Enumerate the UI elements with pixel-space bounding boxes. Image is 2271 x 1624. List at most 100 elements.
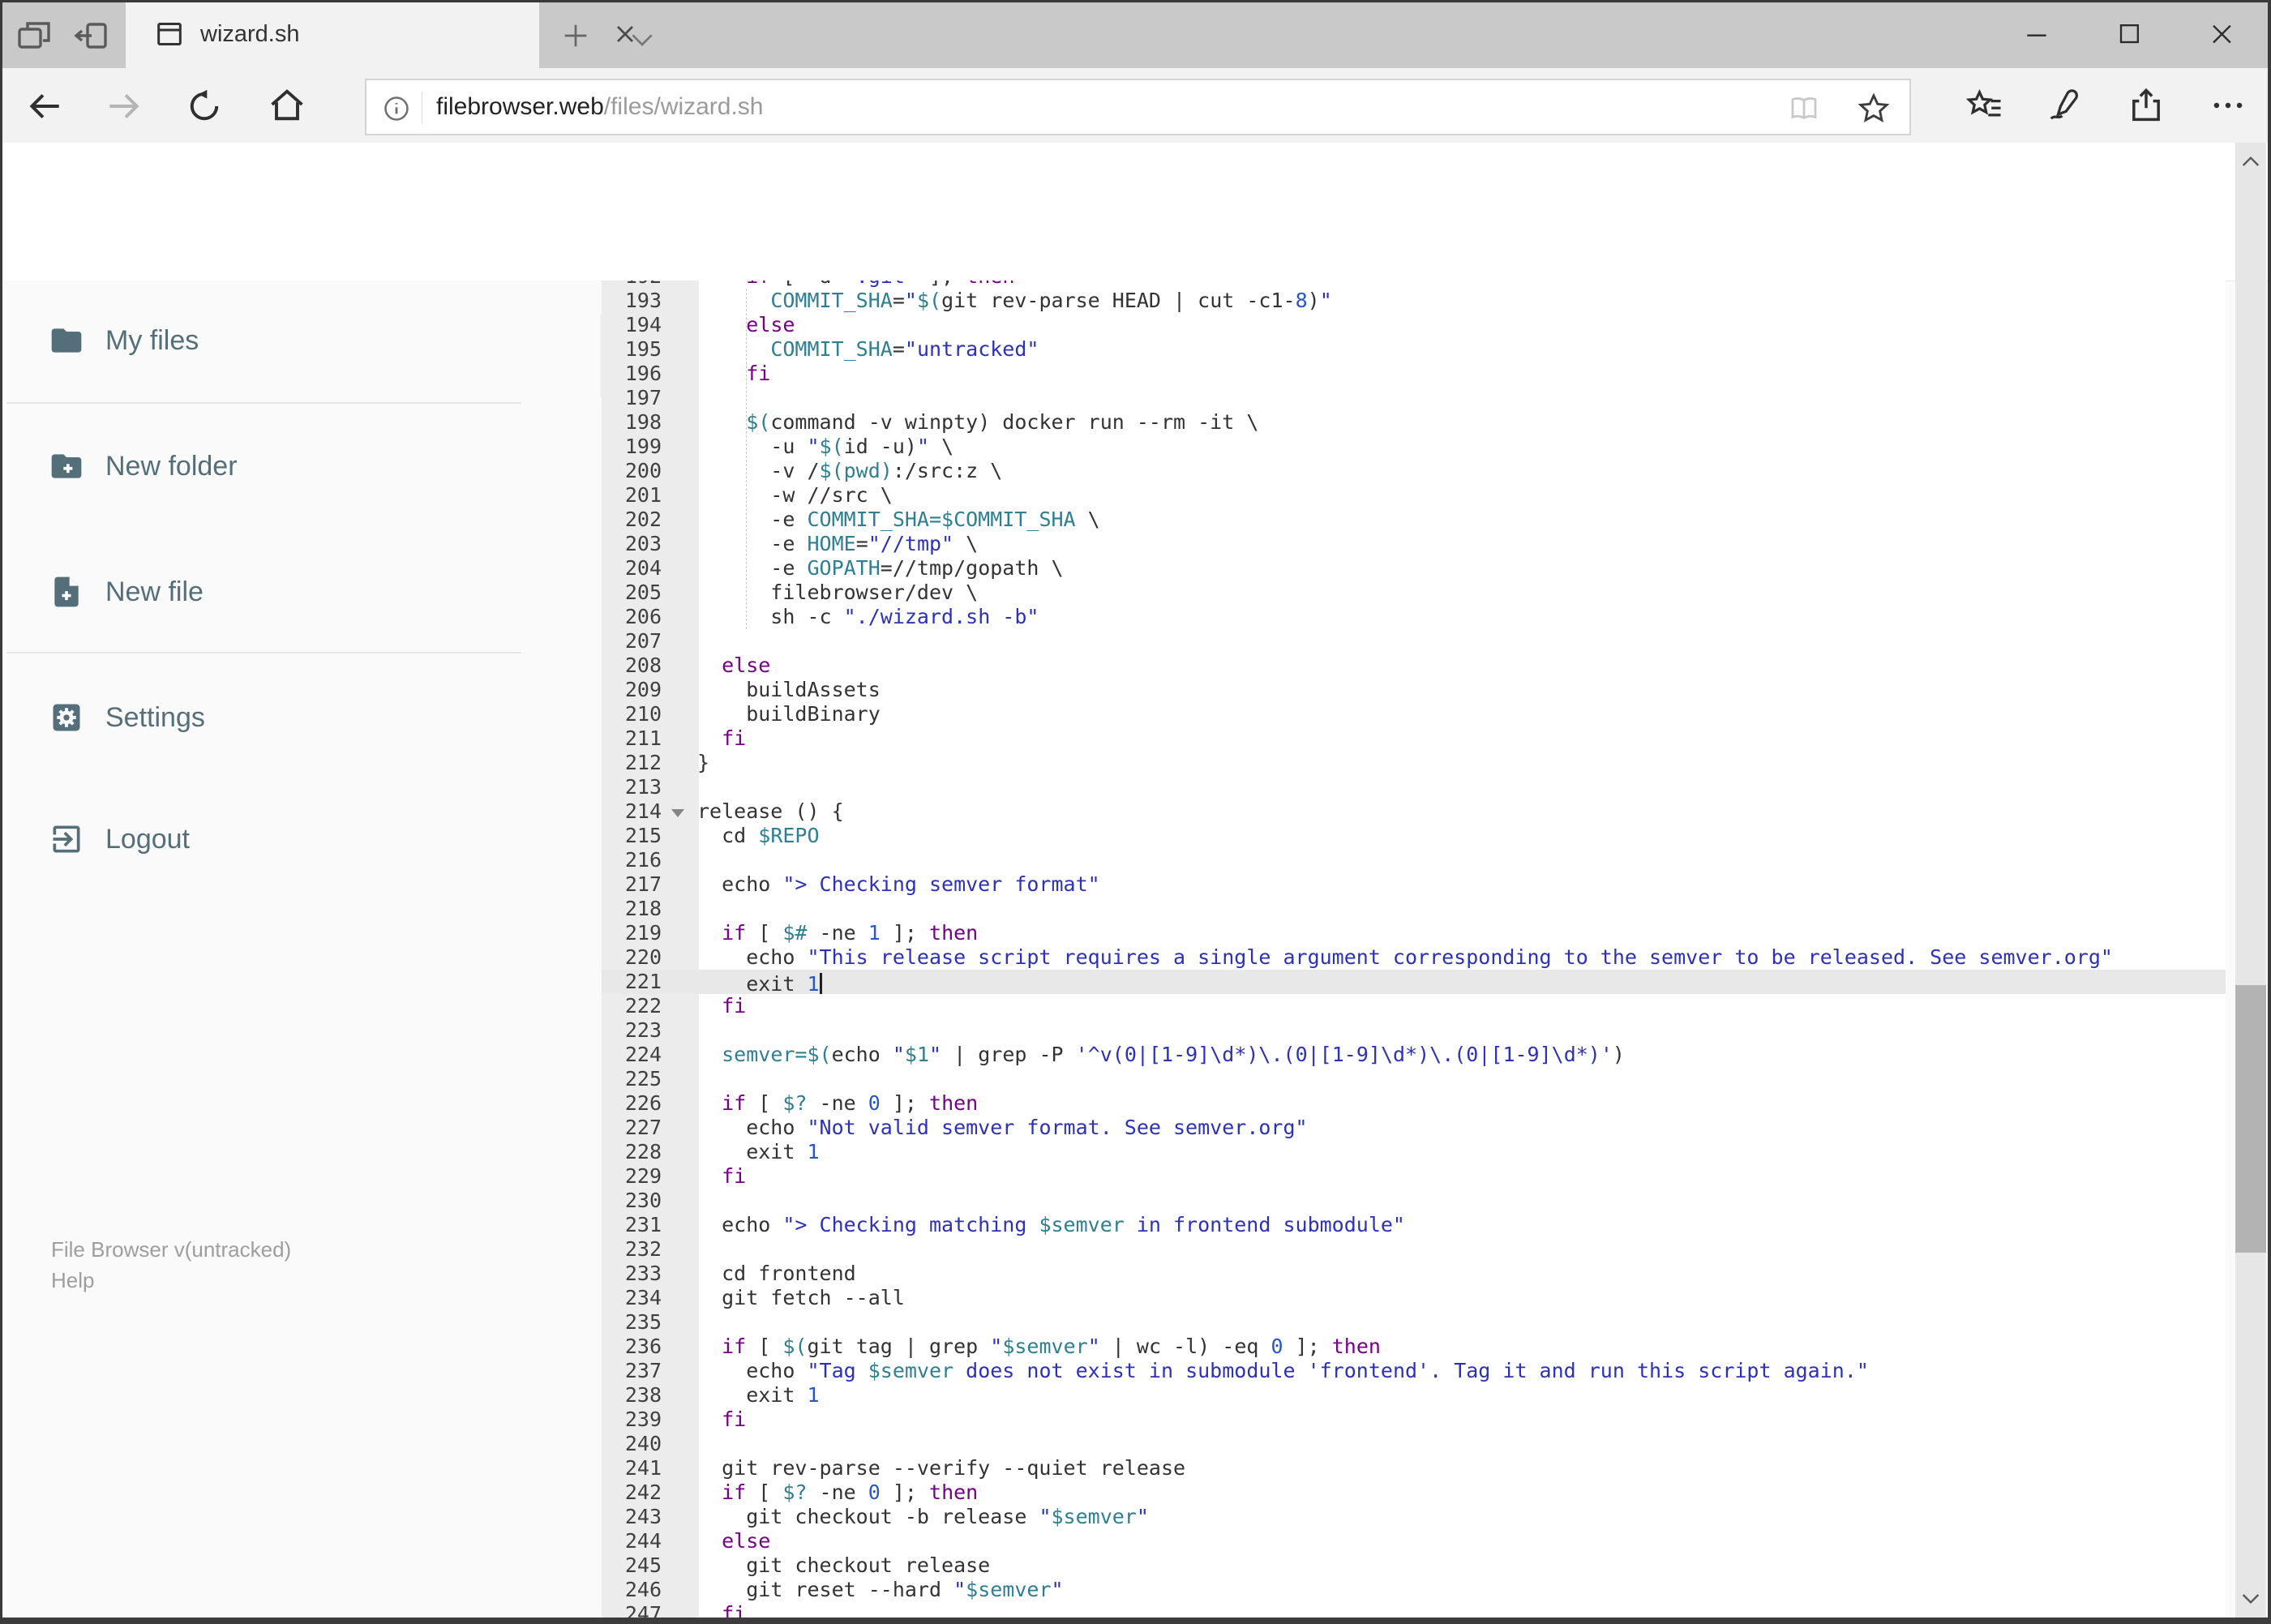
close-button[interactable] [2204, 18, 2239, 50]
refresh-button[interactable] [184, 86, 225, 126]
code-line[interactable]: 243 git checkout -b release "$semver" [602, 1505, 2226, 1529]
back-button[interactable] [24, 86, 65, 126]
code-line[interactable]: 207 [602, 629, 2226, 653]
code-line[interactable]: 236 if [ $(git tag | grep "$semver" | wc… [602, 1335, 2226, 1359]
scroll-down-icon[interactable] [2238, 1585, 2264, 1611]
line-number: 219 [624, 921, 662, 945]
code-line[interactable]: 222 fi [602, 994, 2226, 1018]
code-line[interactable]: 240 [602, 1432, 2226, 1456]
line-number: 236 [624, 1335, 662, 1358]
scrollbar-thumb[interactable] [2235, 985, 2266, 1253]
code-editor[interactable]: 192 if [ -d ".git" ]; then193 COMMIT_SHA… [602, 281, 2226, 1618]
forward-button[interactable] [104, 86, 144, 126]
scroll-up-icon[interactable] [2238, 149, 2264, 175]
code-line[interactable]: 245 git checkout release [602, 1553, 2226, 1578]
code-line[interactable]: 219 if [ $# -ne 1 ]; then [602, 921, 2226, 945]
code-line[interactable]: 210 buildBinary [602, 702, 2226, 726]
code-line[interactable]: 206 sh -c "./wizard.sh -b" [602, 605, 2226, 629]
tab-list-chevron-icon[interactable] [626, 24, 658, 57]
code-line[interactable]: 231 echo "> Checking matching $semver in… [602, 1213, 2226, 1237]
web-note-pen-button[interactable] [2043, 84, 2085, 126]
code-line[interactable]: 214 release () { [602, 799, 2226, 824]
code-line[interactable]: 205 filebrowser/dev \ [602, 581, 2226, 605]
fold-marker-icon[interactable] [671, 809, 684, 817]
code-line[interactable]: 195 COMMIT_SHA="untracked" [602, 337, 2226, 362]
code-line[interactable]: 228 exit 1 [602, 1140, 2226, 1164]
code-line[interactable]: 242 if [ $? -ne 0 ]; then [602, 1480, 2226, 1505]
code-line[interactable]: 212} [602, 751, 2226, 775]
address-bar[interactable]: filebrowser.web/files/wizard.sh [365, 79, 1911, 135]
code-line[interactable]: 201 -w //src \ [602, 483, 2226, 508]
code-line[interactable]: 238 exit 1 [602, 1383, 2226, 1408]
line-number: 212 [624, 751, 662, 774]
tab-preview-button[interactable] [15, 16, 54, 55]
code-line[interactable]: 202 -e COMMIT_SHA=$COMMIT_SHA \ [602, 508, 2226, 532]
help-link[interactable]: Help [51, 1268, 94, 1293]
maximize-button[interactable] [2111, 18, 2147, 50]
hub-favorites-button[interactable] [1964, 84, 2006, 126]
code-line[interactable]: 234 git fetch --all [602, 1286, 2226, 1310]
code-line[interactable]: 216 [602, 848, 2226, 872]
add-favorite-star-icon[interactable] [1855, 90, 1892, 127]
code-line[interactable]: 239 fi [602, 1408, 2226, 1432]
code-line[interactable]: 200 -v /$(pwd):/src:z \ [602, 459, 2226, 483]
browser-tab[interactable]: wizard.sh [126, 0, 633, 68]
window-frame-left [0, 0, 2, 1624]
code-line[interactable]: 192 if [ -d ".git" ]; then [602, 281, 2226, 289]
code-line[interactable]: 229 fi [602, 1164, 2226, 1189]
browser-titlebar: wizard.sh [0, 0, 2271, 68]
code-line[interactable]: 235 [602, 1310, 2226, 1335]
sidebar-item-new-folder[interactable]: New folder [0, 440, 535, 492]
code-line[interactable]: 241 git rev-parse --verify --quiet relea… [602, 1456, 2226, 1480]
code-line[interactable]: 215 cd $REPO [602, 824, 2226, 848]
code-line[interactable]: 204 -e GOPATH=//tmp/gopath \ [602, 556, 2226, 581]
code-line[interactable]: 233 cd frontend [602, 1262, 2226, 1286]
code-line[interactable]: 209 buildAssets [602, 678, 2226, 702]
code-line[interactable]: 221 exit 1 [602, 970, 2226, 996]
line-number: 222 [624, 994, 662, 1018]
code-line[interactable]: 198 $(command -v winpty) docker run --rm… [602, 410, 2226, 435]
site-info-icon[interactable] [381, 93, 412, 124]
sidebar-item-new-file[interactable]: New file [0, 566, 535, 618]
reading-view-icon[interactable] [1787, 92, 1821, 126]
code-line[interactable]: 199 -u "$(id -u)" \ [602, 435, 2226, 459]
code-line[interactable]: 197 [602, 386, 2226, 410]
code-line[interactable]: 224 semver=$(echo "$1" | grep -P '^v(0|[… [602, 1043, 2226, 1067]
code-line[interactable]: 211 fi [602, 726, 2226, 751]
line-number: 234 [624, 1286, 662, 1309]
code-line[interactable]: 226 if [ $? -ne 0 ]; then [602, 1091, 2226, 1116]
sidebar-item-my-files[interactable]: My files [0, 315, 535, 366]
minimize-button[interactable] [2019, 18, 2055, 50]
code-line[interactable]: 217 echo "> Checking semver format" [602, 872, 2226, 897]
line-number: 241 [624, 1456, 662, 1480]
set-tabs-aside-button[interactable] [71, 16, 110, 55]
page-scrollbar[interactable] [2235, 143, 2266, 1618]
line-number: 215 [624, 824, 662, 847]
code-line[interactable]: 196 fi [602, 362, 2226, 386]
sidebar-item-logout[interactable]: Logout [0, 813, 535, 865]
share-button[interactable] [2125, 84, 2167, 126]
code-line[interactable]: 213 [602, 775, 2226, 799]
code-line[interactable]: 223 [602, 1018, 2226, 1043]
code-line[interactable]: 232 [602, 1237, 2226, 1262]
more-options-button[interactable] [2207, 84, 2249, 126]
code-line[interactable]: 246 git reset --hard "$semver" [602, 1578, 2226, 1602]
code-line[interactable]: 227 echo "Not valid semver format. See s… [602, 1116, 2226, 1140]
code-line[interactable]: 193 COMMIT_SHA="$(git rev-parse HEAD | c… [602, 289, 2226, 313]
code-line[interactable]: 247 fi [602, 1602, 2226, 1618]
code-line[interactable]: 225 [602, 1067, 2226, 1091]
code-line[interactable]: 244 else [602, 1529, 2226, 1553]
new-tab-button[interactable] [559, 19, 592, 52]
window-frame-top [0, 0, 2271, 2]
code-line[interactable]: 230 [602, 1189, 2226, 1213]
code-line[interactable]: 218 [602, 897, 2226, 921]
line-number: 225 [624, 1067, 662, 1091]
code-line[interactable]: 203 -e HOME="//tmp" \ [602, 532, 2226, 556]
code-line[interactable]: 208 else [602, 653, 2226, 678]
home-button[interactable] [266, 84, 308, 126]
code-line[interactable]: 220 echo "This release script requires a… [602, 945, 2226, 970]
line-number: 220 [624, 945, 662, 969]
sidebar-item-settings[interactable]: Settings [0, 692, 535, 743]
code-line[interactable]: 237 echo "Tag $semver does not exist in … [602, 1359, 2226, 1383]
code-line[interactable]: 194 else [602, 313, 2226, 337]
